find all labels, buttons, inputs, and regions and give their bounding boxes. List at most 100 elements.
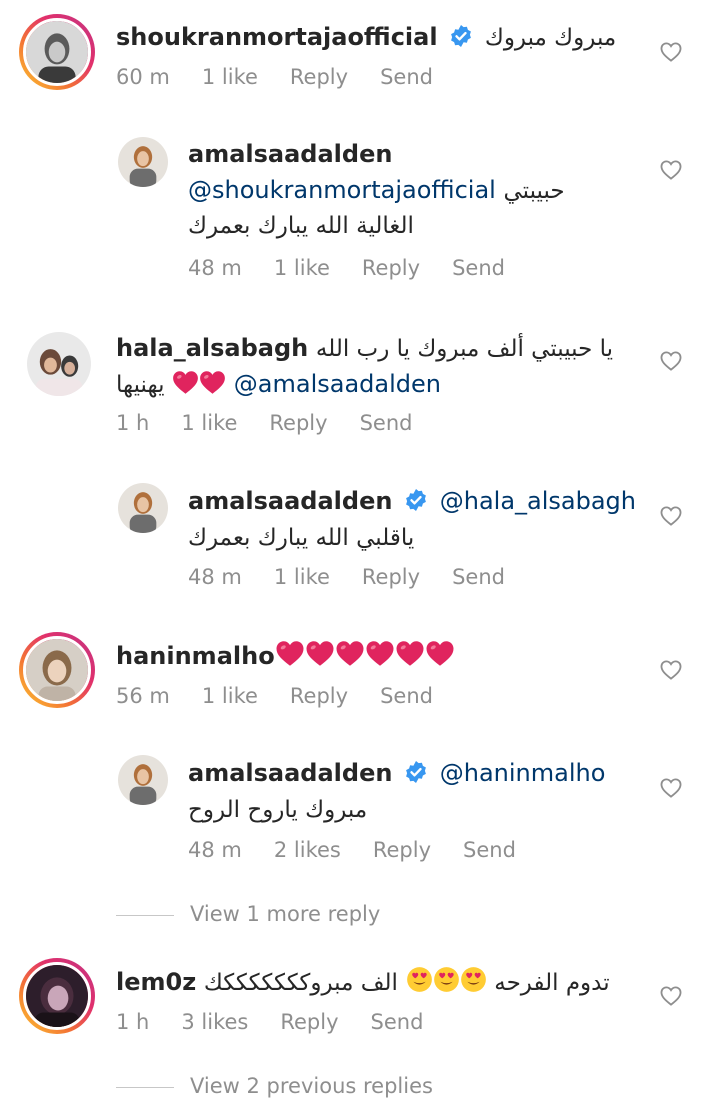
send-button[interactable]: Send [463, 838, 516, 862]
comment-body: lem0z تدوم الفرحه الف مبروكككككككك [116, 966, 610, 998]
red-heart-emoji [275, 640, 305, 667]
mention-link[interactable]: @amalsaadalden [234, 370, 441, 398]
send-button[interactable]: Send [360, 411, 413, 435]
reply-button[interactable]: Reply [280, 1010, 338, 1034]
view-more-replies-button[interactable]: View 1 more reply [116, 902, 380, 926]
username[interactable]: haninmalho [116, 642, 275, 670]
avatar[interactable] [19, 958, 95, 1034]
reply-button[interactable]: Reply [373, 838, 431, 862]
red-heart-emoji [305, 640, 335, 667]
comment-text: الف مبروكككككككك [203, 970, 398, 996]
like-count[interactable]: 3 likes [181, 1010, 248, 1034]
heart-outline-icon[interactable] [660, 778, 682, 798]
avatar[interactable] [118, 755, 168, 805]
reply-button[interactable]: Reply [290, 65, 348, 89]
username[interactable]: amalsaadalden [188, 759, 392, 787]
heart-outline-icon[interactable] [660, 660, 682, 680]
heart-eyes-emoji [460, 966, 487, 993]
red-heart-emoji [425, 640, 455, 667]
heart-eyes-emoji [433, 966, 460, 993]
like-count[interactable]: 1 like [202, 684, 258, 708]
send-button[interactable]: Send [371, 1010, 424, 1034]
like-count[interactable]: 1 like [181, 411, 237, 435]
divider [116, 1086, 174, 1088]
like-count[interactable]: 2 likes [274, 838, 341, 862]
comment-meta: 48 m 1 like Reply Send [188, 256, 537, 280]
comment-text-line: الغالية الله يبارك بعمرك [188, 210, 414, 241]
verified-badge-icon [404, 488, 428, 512]
red-heart-emoji [365, 640, 395, 667]
comment-meta: 60 m 1 like Reply Send [116, 65, 465, 89]
comment-text-line: ياقلبي الله يبارك بعمرك [188, 522, 414, 553]
like-count[interactable]: 1 like [274, 256, 330, 280]
comment-body: shoukranmortajaofficial مبروك مبروك [116, 22, 616, 53]
comment-text: حبيبتي [503, 178, 565, 204]
timestamp: 1 h [116, 411, 150, 435]
send-button[interactable]: Send [380, 65, 433, 89]
mention-link[interactable]: @haninmalho [440, 759, 606, 787]
send-button[interactable]: Send [452, 256, 505, 280]
avatar[interactable] [27, 332, 91, 396]
username[interactable]: lem0z [116, 968, 196, 996]
avatar[interactable] [118, 483, 168, 533]
username[interactable]: amalsaadalden [188, 140, 392, 168]
comment-text-line: يهنيها @amalsaadalden [116, 369, 441, 400]
comment-meta: 1 h 1 like Reply Send [116, 411, 444, 435]
heart-outline-icon[interactable] [660, 986, 682, 1006]
comment-text: تدوم الفرحه [494, 970, 610, 996]
username[interactable]: hala_alsabagh [116, 334, 308, 362]
mention-link[interactable]: @hala_alsabagh [440, 487, 636, 515]
comment-text-line: مبروك ياروح الروح [188, 794, 367, 825]
heart-outline-icon[interactable] [660, 351, 682, 371]
reply-button[interactable]: Reply [362, 256, 420, 280]
comment-text: مبروك ياروح الروح [188, 797, 368, 823]
username[interactable]: amalsaadalden [188, 487, 392, 515]
reply-button[interactable]: Reply [290, 684, 348, 708]
verified-badge-icon [449, 24, 473, 48]
comment-body: hala_alsabagh يا حبيبتي ألف مبروك يا رب … [116, 333, 613, 364]
red-heart-emoji [395, 640, 425, 667]
heart-outline-icon[interactable] [660, 160, 682, 180]
view-previous-replies-button[interactable]: View 2 previous replies [116, 1074, 433, 1098]
comment-body: amalsaadalden [188, 139, 392, 169]
comment-body: amalsaadalden @hala_alsabagh [188, 486, 636, 516]
heart-outline-icon[interactable] [660, 506, 682, 526]
timestamp: 48 m [188, 256, 242, 280]
timestamp: 48 m [188, 565, 242, 589]
reply-button[interactable]: Reply [362, 565, 420, 589]
comment-meta: 1 h 3 likes Reply Send [116, 1010, 455, 1034]
verified-badge-icon [404, 760, 428, 784]
timestamp: 48 m [188, 838, 242, 862]
comment-body: haninmalho [116, 640, 455, 671]
comment-meta: 48 m 2 likes Reply Send [188, 838, 548, 862]
divider [116, 914, 174, 916]
username[interactable]: shoukranmortajaofficial [116, 23, 438, 51]
mention-link[interactable]: @shoukranmortajaofficial [188, 176, 496, 204]
send-button[interactable]: Send [452, 565, 505, 589]
avatar[interactable] [19, 14, 95, 90]
send-button[interactable]: Send [380, 684, 433, 708]
heart-eyes-emoji [406, 966, 433, 993]
avatar[interactable] [19, 632, 95, 708]
like-count[interactable]: 1 like [202, 65, 258, 89]
timestamp: 1 h [116, 1010, 150, 1034]
comment-text: يا حبيبتي ألف مبروك يا رب الله [315, 336, 614, 362]
timestamp: 60 m [116, 65, 170, 89]
heart-outline-icon[interactable] [660, 42, 682, 62]
avatar[interactable] [118, 137, 168, 187]
view-more-replies-label[interactable]: View 1 more reply [190, 902, 380, 926]
comment-text: ياقلبي الله يبارك بعمرك [188, 525, 415, 551]
red-heart-emoji [335, 640, 365, 667]
view-previous-replies-label[interactable]: View 2 previous replies [190, 1074, 433, 1098]
red-heart-emoji [199, 370, 226, 395]
timestamp: 56 m [116, 684, 170, 708]
comment-meta: 48 m 1 like Reply Send [188, 565, 537, 589]
comment-meta: 56 m 1 like Reply Send [116, 684, 465, 708]
like-count[interactable]: 1 like [274, 565, 330, 589]
comment-text: الغالية الله يبارك بعمرك [188, 213, 414, 239]
reply-button[interactable]: Reply [269, 411, 327, 435]
comment-text-line: @shoukranmortajaofficial حبيبتي [188, 175, 565, 206]
comment-body: amalsaadalden @haninmalho [188, 758, 605, 788]
comment-text: يهنيها [116, 372, 165, 398]
red-heart-emoji [172, 370, 199, 395]
